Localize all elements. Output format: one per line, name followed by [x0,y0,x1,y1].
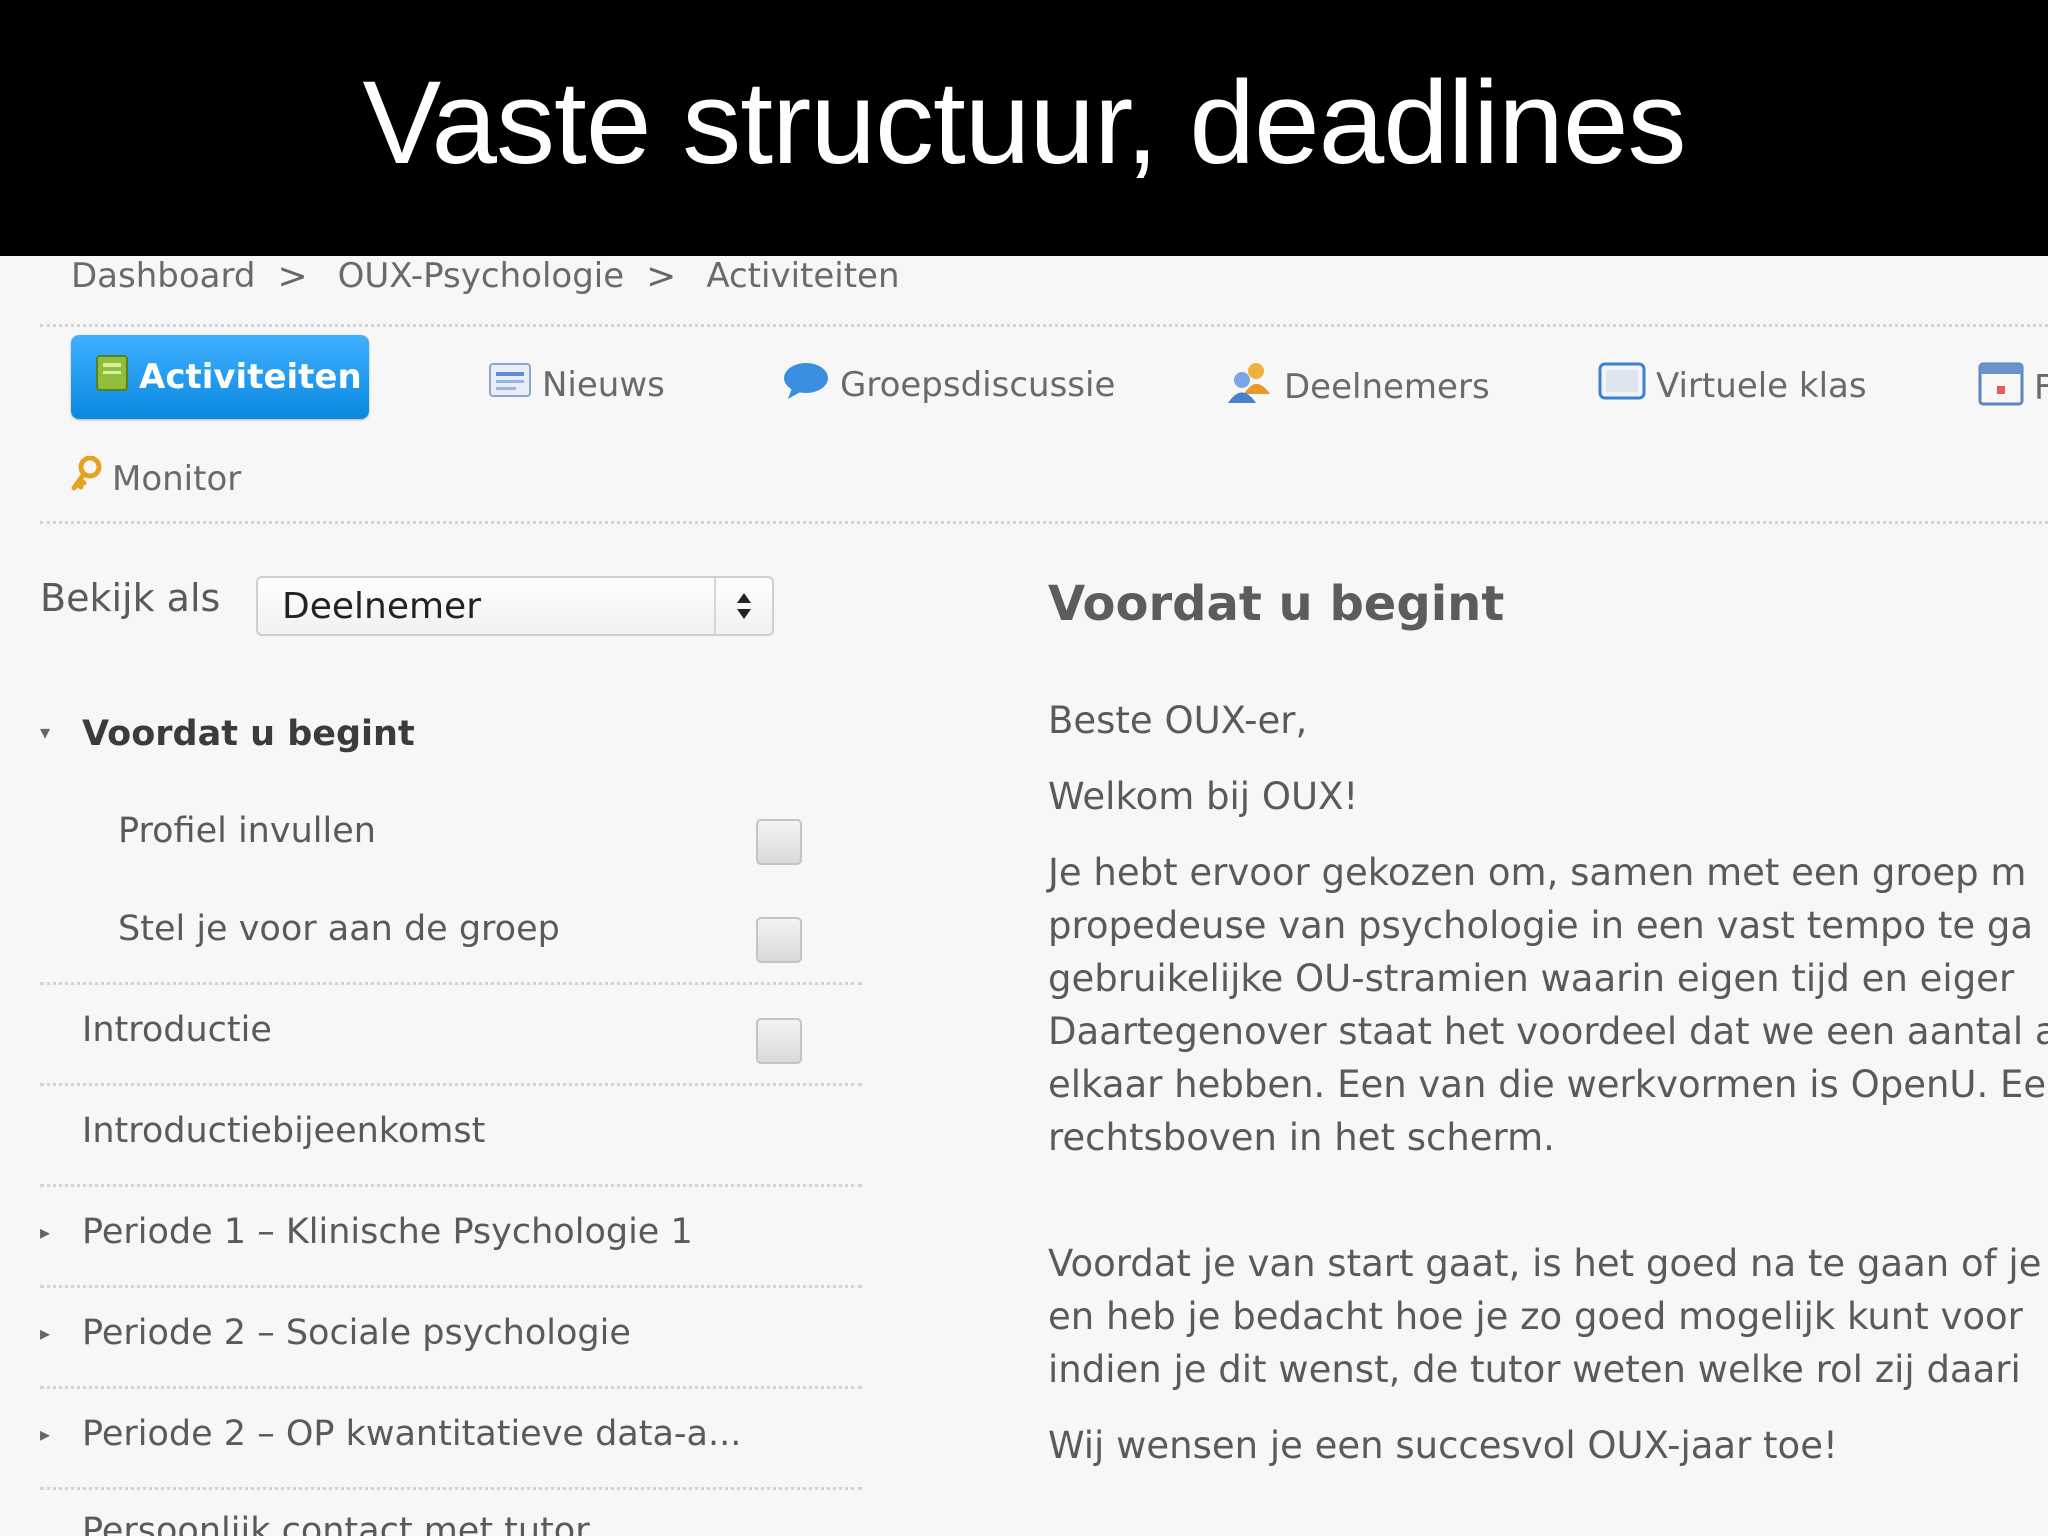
paragraph-line: Voordat je van start gaat, is het goed n… [1048,1242,2042,1285]
paragraph-line: en heb je bedacht hoe je zo goed mogelij… [1048,1295,2023,1338]
welcome-text: Welkom bij OUX! [1048,775,1359,818]
divider [40,521,2048,524]
tab-monitor[interactable]: Monitor [70,455,241,501]
slide-title-bar: Vaste structuur, deadlines [0,0,2048,256]
tab-calendar[interactable]: F [1978,360,2048,415]
divider [40,982,862,985]
breadcrumb-dashboard[interactable]: Dashboard [71,256,255,296]
closing-text: Wij wensen je een succesvol OUX-jaar toe… [1048,1424,1838,1467]
paragraph-line: indien je dit wenst, de tutor weten welk… [1048,1348,2021,1391]
breadcrumb-course[interactable]: OUX-Psychologie [338,256,625,296]
paragraph-line: Daartegenover staat het voordeel dat we … [1048,1010,2048,1053]
completion-checkbox[interactable] [756,1018,802,1064]
caret-right-icon: ▸ [40,1321,51,1345]
paragraph-line: propedeuse van psychologie in een vast t… [1048,904,2034,947]
select-arrows-icon [714,578,772,634]
caret-right-icon: ▸ [40,1220,51,1244]
completion-checkbox[interactable] [756,917,802,963]
divider [40,1386,862,1389]
tab-deelnemers[interactable]: Deelnemers [1226,360,1490,413]
tab-nieuws[interactable]: Nieuws [488,360,665,409]
paragraph-line: rechtsboven in het scherm. [1048,1116,1555,1159]
paragraph-line: gebruikelijke OU-stramien waarin eigen t… [1048,957,2015,1000]
users-icon [1226,360,1274,413]
paragraph-line: elkaar hebben. Een van die werkvormen is… [1048,1063,2047,1106]
slide-title: Vaste structuur, deadlines [362,57,1686,189]
breadcrumb-separator: > [646,256,677,297]
calendar-icon [1978,360,2024,415]
caret-down-icon: ▾ [40,720,51,744]
tab-activiteiten[interactable]: Activiteiten [71,335,369,419]
news-icon [488,360,532,409]
speech-bubble-icon [782,360,830,409]
lms-screenshot: Dashboard > OUX-Psychologie > Activiteit… [0,256,2048,1536]
tab-groepsdiscussie[interactable]: Groepsdiscussie [782,360,1115,409]
breadcrumb-separator: > [277,256,308,297]
paragraph-line: Je hebt ervoor gekozen om, samen met een… [1048,851,2027,894]
breadcrumb-current: Activiteiten [706,256,900,296]
caret-right-icon: ▸ [40,1422,51,1446]
divider [40,324,2048,327]
view-as-label: Bekijk als [40,576,221,620]
view-as-select[interactable]: Deelnemer [256,576,774,636]
content-title: Voordat u begint [1048,576,1505,632]
divider [40,1285,862,1288]
divider [40,1487,862,1490]
view-as-value: Deelnemer [282,585,482,627]
completion-checkbox[interactable] [756,819,802,865]
divider [40,1184,862,1187]
divider [40,1083,862,1086]
tab-virtuele-klas[interactable]: Virtuele klas [1598,360,1867,411]
screen-icon [1598,360,1646,411]
key-icon [70,455,102,501]
greeting: Beste OUX-er, [1048,699,1308,742]
book-icon [95,354,129,401]
breadcrumb: Dashboard > OUX-Psychologie > Activiteit… [71,256,900,297]
